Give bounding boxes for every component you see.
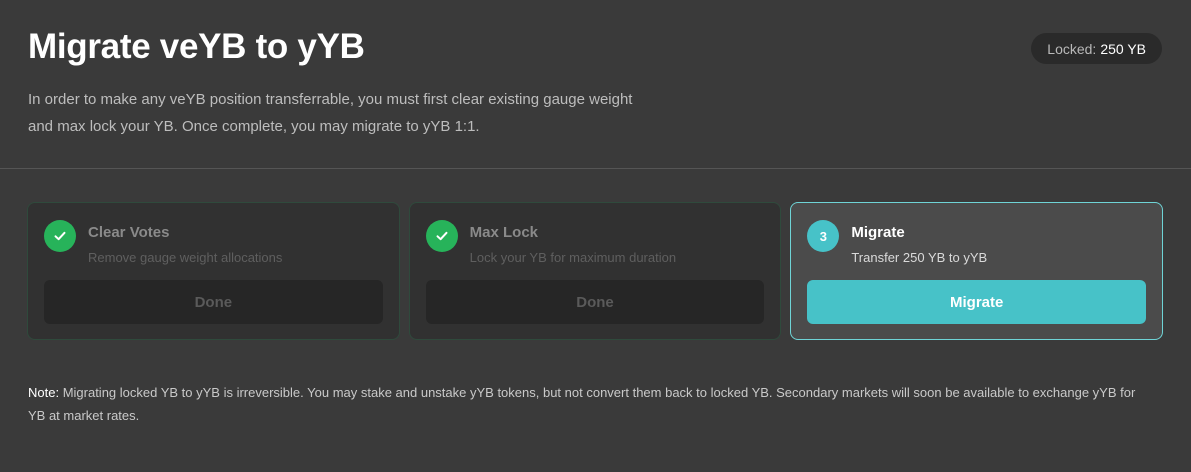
locked-label: Locked: xyxy=(1047,40,1097,57)
locked-value: 250 YB xyxy=(1100,40,1146,57)
check-icon xyxy=(436,231,448,241)
note-text: Migrating locked YB to yYB is irreversib… xyxy=(28,385,1136,423)
page-title: Migrate veYB to yYB xyxy=(28,27,365,66)
step-title: Clear Votes xyxy=(88,224,170,241)
note-label: Note: xyxy=(28,385,60,400)
page-header: Migrate veYB to yYB In order to make any… xyxy=(0,0,1191,169)
step-clear-votes: Clear Votes Remove gauge weight allocati… xyxy=(27,202,400,340)
step-number-badge: 3 xyxy=(807,220,840,252)
migration-steps: Clear Votes Remove gauge weight allocati… xyxy=(27,202,1164,340)
max-lock-done-button: Done xyxy=(425,280,765,324)
locked-balance-badge: Locked: 250 YB xyxy=(1031,33,1162,64)
check-icon xyxy=(54,231,66,241)
clear-votes-done-button: Done xyxy=(44,280,383,324)
step-subtitle: Lock your YB for maximum duration xyxy=(469,250,677,265)
step-max-lock: Max Lock Lock your YB for maximum durati… xyxy=(408,202,782,340)
migrate-button[interactable]: Migrate xyxy=(807,280,1147,324)
step-title: Migrate xyxy=(851,224,905,241)
step-subtitle: Remove gauge weight allocations xyxy=(88,250,283,265)
step-migrate: 3 Migrate Transfer 250 YB to yYB Migrate xyxy=(790,202,1164,340)
step-title: Max Lock xyxy=(469,224,539,241)
step-complete-badge xyxy=(425,220,458,252)
migrate-page: Migrate veYB to yYB In order to make any… xyxy=(0,0,1191,472)
migration-note: Note: Migrating locked YB to yYB is irre… xyxy=(28,381,1138,427)
step-subtitle: Transfer 250 YB to yYB xyxy=(851,250,988,265)
page-description: In order to make any veYB position trans… xyxy=(28,91,633,135)
step-complete-badge xyxy=(44,220,76,252)
